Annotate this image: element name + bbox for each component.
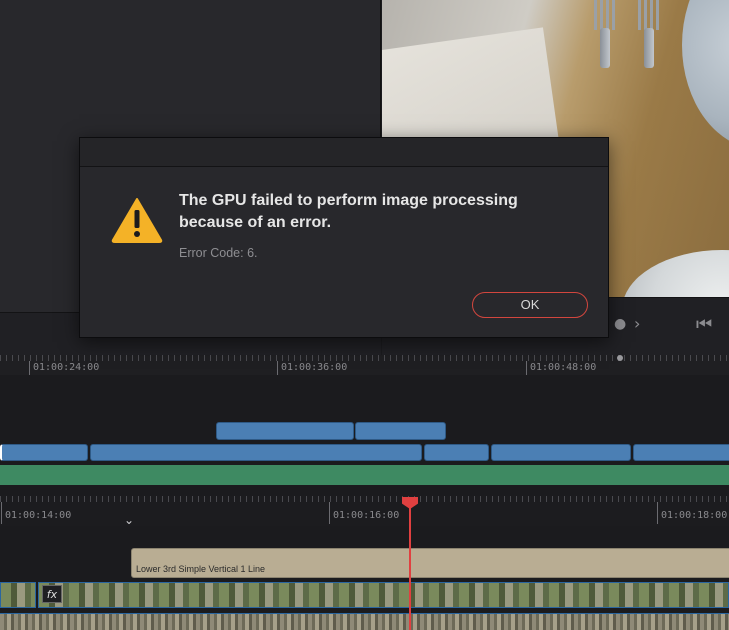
audio-clip[interactable] [90,444,422,461]
audio-clip[interactable] [355,422,446,440]
timecode-label: 01:00:14:00 [5,510,72,521]
next-frame-icon[interactable]: › [634,314,640,333]
viewer-image-bowl [622,250,729,297]
skip-to-start-icon[interactable]: ⏮ [696,314,712,335]
timecode-label: 01:00:36:00 [281,362,348,373]
viewer-image-plate [682,0,729,150]
app-window: ▶ ● › ⏮ 01:00:24:00 01:00:36:00 01:00:48… [0,0,729,630]
playhead-line[interactable] [409,505,411,630]
audio-clip[interactable] [633,444,729,461]
timecode-label: 01:00:48:00 [530,362,597,373]
chevron-down-icon[interactable]: ⌄ [124,513,134,527]
title-clip-label: Lower 3rd Simple Vertical 1 Line [136,564,266,574]
video-clip-filmstrip[interactable] [38,582,729,608]
audio-clip[interactable] [216,422,354,440]
audio-waveform-strip[interactable] [0,613,729,630]
title-clip[interactable]: Lower 3rd Simple Vertical 1 Line [131,548,729,578]
upper-playhead-marker[interactable] [617,355,623,361]
audio-track-bar[interactable] [0,465,729,485]
dialog-heading: The GPU failed to perform image processi… [179,192,518,231]
upper-timeline-ruler[interactable]: 01:00:24:00 01:00:36:00 01:00:48:00 [0,355,729,375]
gpu-error-dialog: The GPU failed to perform image processi… [79,137,609,338]
timecode-label: 01:00:18:00 [661,510,728,521]
video-clip-thumbnail[interactable] [0,582,36,608]
viewer-image-fork [638,0,660,68]
dialog-titlebar[interactable] [80,138,608,167]
loop-dot-icon[interactable]: ● [614,316,626,332]
audio-clip[interactable] [424,444,489,461]
timecode-label: 01:00:24:00 [33,362,100,373]
audio-clip[interactable] [491,444,631,461]
ok-button[interactable]: OK [472,292,588,318]
error-code-text: Error Code: 6. [179,246,258,260]
viewer-image-fork [594,0,616,68]
warning-icon [111,198,163,243]
lower-timeline-ruler[interactable]: 01:00:14:00 01:00:16:00 01:00:18:00 [0,496,729,526]
timecode-label: 01:00:16:00 [333,510,400,521]
fx-badge[interactable]: fx [42,585,62,603]
audio-clip[interactable] [0,444,88,461]
